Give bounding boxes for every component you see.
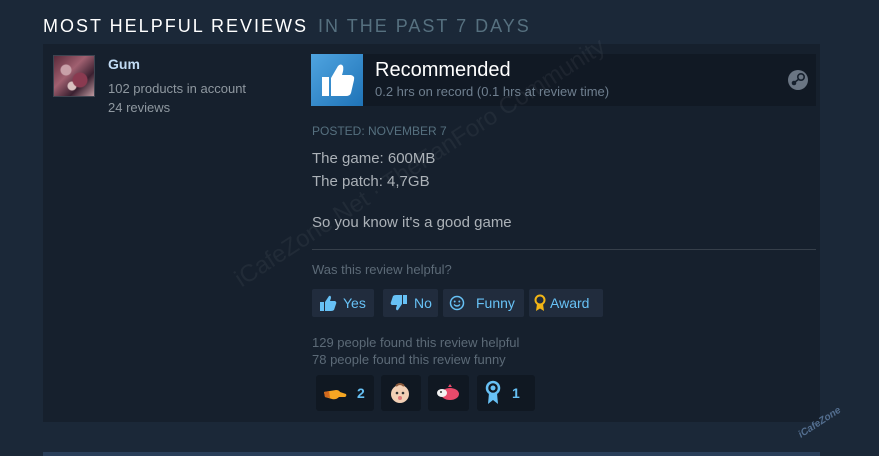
review-card: Gum 102 products in account 24 reviews R… — [43, 44, 820, 422]
award-item[interactable] — [428, 375, 469, 411]
award-medal-icon — [534, 294, 546, 311]
funny-label: Funny — [476, 295, 515, 311]
award-item[interactable]: 2 — [316, 375, 374, 411]
review-verdict: Recommended — [375, 59, 511, 81]
smiley-icon — [449, 295, 465, 311]
no-button[interactable]: No — [383, 289, 438, 317]
section-footer-line — [43, 452, 820, 456]
award-item[interactable] — [381, 375, 421, 411]
steam-logo-icon — [788, 70, 808, 90]
award-label: Award — [550, 295, 590, 311]
pig-icon — [437, 384, 459, 400]
divider — [312, 249, 816, 250]
ribbon-award-icon — [485, 380, 501, 404]
funny-count: 78 people found this review funny — [312, 352, 506, 367]
award-count: 1 — [512, 385, 520, 401]
helpful-question: Was this review helpful? — [312, 262, 452, 277]
posted-date: POSTED: NOVEMBER 7 — [312, 124, 447, 138]
author-name[interactable]: Gum — [108, 56, 140, 72]
helpful-count: 129 people found this review helpful — [312, 335, 520, 350]
baby-face-icon — [391, 383, 409, 403]
thumbs-up-icon — [320, 295, 337, 311]
playtime-hours: 0.2 hrs on record (0.1 hrs at review tim… — [375, 84, 610, 99]
avatar[interactable] — [53, 55, 95, 97]
yes-label: Yes — [343, 295, 366, 311]
vote-header[interactable]: Recommended 0.2 hrs on record (0.1 hrs a… — [311, 54, 816, 106]
section-timeframe: IN THE PAST 7 DAYS — [318, 16, 531, 36]
funny-button[interactable]: Funny — [443, 289, 524, 317]
review-text-line: So you know it's a good game — [312, 214, 512, 231]
yes-button[interactable]: Yes — [312, 289, 374, 317]
award-button[interactable]: Award — [529, 289, 603, 317]
award-item[interactable]: 1 — [477, 375, 535, 411]
author-products[interactable]: 102 products in account — [108, 81, 246, 96]
award-count: 2 — [357, 385, 365, 401]
section-heading: MOST HELPFUL REVIEWS — [43, 16, 309, 36]
thumbs-up-icon — [311, 54, 363, 106]
review-text-line: The game: 600MB — [312, 150, 436, 167]
section-title: MOST HELPFUL REVIEWS IN THE PAST 7 DAYS — [43, 15, 531, 37]
no-label: No — [414, 295, 432, 311]
hand-point-icon — [324, 390, 347, 400]
thumbs-down-icon — [390, 295, 407, 311]
review-text-line: The patch: 4,7GB — [312, 173, 430, 190]
author-reviews[interactable]: 24 reviews — [108, 100, 170, 115]
